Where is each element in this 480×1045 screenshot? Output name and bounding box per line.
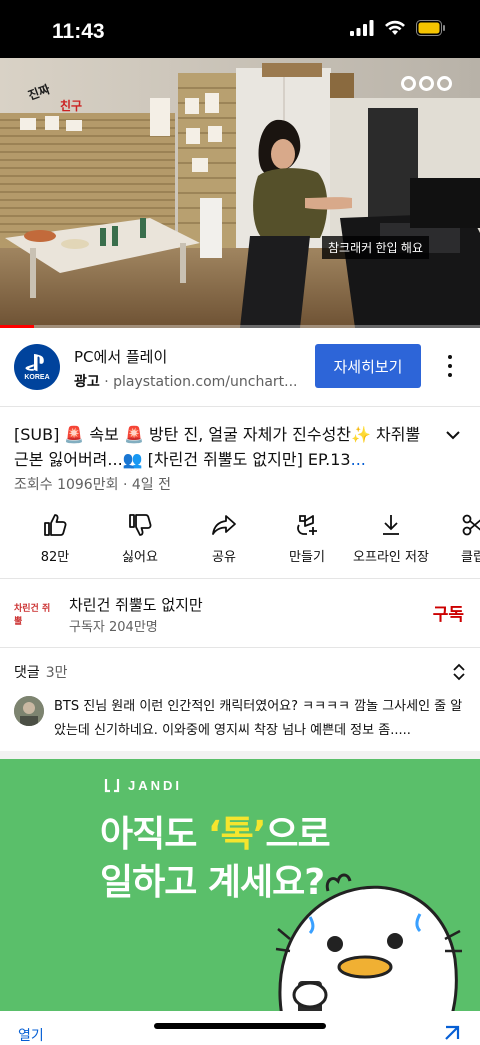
comments-label: 댓글 <box>14 665 40 681</box>
dislike-label: 싫어요 <box>122 550 158 565</box>
wifi-icon <box>385 20 405 35</box>
like-count: 82만 <box>40 550 70 565</box>
cellular-signal-icon <box>350 20 374 36</box>
status-icons <box>350 20 446 36</box>
channel-row[interactable]: 차린건 쥐뿔 차린건 쥐뿔도 없지만 구독자 204만명 구독 <box>0 580 480 646</box>
expand-chevron-icon[interactable] <box>444 426 462 444</box>
clip-label: 클립 <box>461 550 480 565</box>
channel-name[interactable]: 차린건 쥐뿔도 없지만 <box>69 594 203 615</box>
thumb-down-icon <box>129 514 152 536</box>
banner-line1-highlight: ‘톡’ <box>207 814 266 855</box>
ad-subline: 광고 · playstation.com/unchart... <box>74 371 304 391</box>
ad-label: 광고 <box>74 374 100 390</box>
video-caption: 참크래커 한입 해요 <box>322 236 429 259</box>
divider <box>0 406 480 407</box>
download-icon <box>383 515 399 535</box>
channel-avatar-text: 차린건 쥐뿔 <box>14 604 51 627</box>
top-comment: BTS 진님 원래 이런 인간적인 캐릭터였어요? ㅋㅋㅋㅋ 깜놀 그사세인 줄… <box>54 699 463 738</box>
create-label: 만들기 <box>289 550 325 565</box>
video-player[interactable]: 진짜 친구 참크래커 한입 해요 <box>0 58 480 328</box>
playstation-icon <box>25 354 44 372</box>
clip-icon <box>462 514 480 536</box>
dislike-button[interactable]: 싫어요 <box>95 512 185 565</box>
create-button[interactable]: 만들기 <box>262 512 352 565</box>
action-bar: 82만 싫어요 공유 만들기 오프라인 저장 클립 <box>0 512 480 570</box>
ad-title[interactable]: PC에서 플레이 <box>74 346 167 367</box>
open-link[interactable]: 열기 <box>18 1025 44 1045</box>
jandi-brand-text: JANDI <box>128 777 183 793</box>
ad-logo-text: KOREA <box>24 374 50 381</box>
share-button[interactable]: 공유 <box>179 512 269 565</box>
duck-mascot-icon <box>275 873 462 1011</box>
svg-text:친구: 친구 <box>60 98 82 113</box>
divider <box>0 578 480 579</box>
create-icon <box>297 515 317 535</box>
channel-avatar[interactable]: 차린건 쥐뿔 <box>14 594 54 634</box>
battery-icon <box>416 20 445 36</box>
subscriber-count: 구독자 204만명 <box>69 620 158 635</box>
commenter-avatar <box>14 696 44 726</box>
thumb-up-icon <box>44 514 67 536</box>
more-options-icon[interactable] <box>444 352 456 380</box>
upload-age: 4일 전 <box>131 477 171 493</box>
section-divider <box>0 751 480 759</box>
comments-section[interactable]: 댓글 3만 BTS 진님 원래 이런 인간적인 캐릭터였어요? ㅋㅋㅋㅋ 깜놀 그… <box>0 650 480 750</box>
video-title-more: ... <box>350 450 366 469</box>
external-link-icon[interactable] <box>442 1023 462 1043</box>
download-label: 오프라인 저장 <box>353 550 429 565</box>
expand-collapse-icon[interactable] <box>450 662 468 682</box>
banner-line1-pre: 아직도 <box>100 814 208 855</box>
banner-line1-post: 으로 <box>265 814 330 855</box>
share-label: 공유 <box>212 550 236 565</box>
bottom-bar: 열기 <box>0 1011 480 1044</box>
playstation-logo: KOREA <box>14 344 60 390</box>
comments-header: 댓글 3만 <box>14 662 68 682</box>
clip-button[interactable]: 클립 <box>428 512 480 565</box>
meta-separator: · <box>122 477 128 493</box>
jandi-logo-icon <box>104 779 120 793</box>
status-bar: 11:43 <box>0 0 480 58</box>
channel-watermark <box>401 76 452 91</box>
ad-learn-more-button[interactable]: 자세히보기 <box>315 344 421 388</box>
share-icon <box>212 515 236 535</box>
video-title[interactable]: [SUB] 🚨 속보 🚨 방탄 진, 얼굴 자체가 진수성찬✨ 차쥐뿔 근본 잃… <box>14 422 422 472</box>
subscribe-button[interactable]: 구독 <box>433 600 464 625</box>
status-time: 11:43 <box>52 20 105 43</box>
download-button[interactable]: 오프라인 저장 <box>346 512 436 565</box>
divider <box>0 647 480 648</box>
ad-row[interactable]: KOREA PC에서 플레이 광고 · playstation.com/unch… <box>0 328 480 406</box>
banner-ad[interactable]: JANDI 아직도 ‘톡’으로 일하고 계세요? <box>0 759 480 1011</box>
comments-count: 3만 <box>45 665 68 681</box>
video-meta: 조회수 1096만회 · 4일 전 <box>14 474 171 494</box>
view-count: 조회수 1096만회 <box>14 477 119 493</box>
video-frame: 진짜 친구 <box>0 58 480 328</box>
home-indicator[interactable] <box>154 1023 326 1029</box>
jandi-brand: JANDI <box>104 777 182 793</box>
ad-separator: · <box>104 374 109 390</box>
ad-domain: playstation.com/unchart... <box>113 374 298 390</box>
like-button[interactable]: 82만 <box>10 512 100 565</box>
